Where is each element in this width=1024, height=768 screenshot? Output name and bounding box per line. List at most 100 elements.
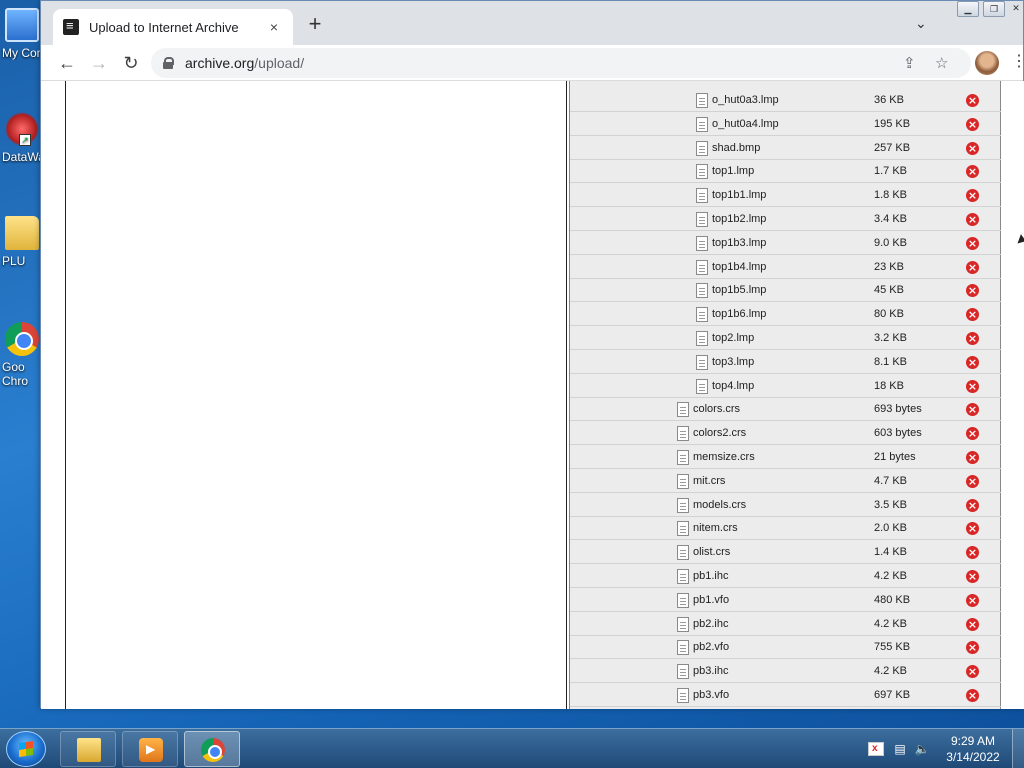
new-tab-button[interactable]: + [303,13,327,37]
file-icon [677,592,689,608]
start-button[interactable] [6,731,46,767]
file-row: olist.crs 1.4 KB × [570,541,1002,565]
remove-file-icon[interactable]: × [966,451,979,464]
lock-icon[interactable] [163,57,174,69]
file-size: 4.2 KB [874,617,908,630]
file-icon [677,640,689,656]
remove-file-icon[interactable]: × [966,546,979,560]
page-margin [1001,81,1024,709]
file-row: top1.lmp 1.7 KB × [570,160,1002,184]
remove-file-icon[interactable]: × [966,165,979,179]
network-icon[interactable]: ▤ [892,742,908,756]
remove-file-icon[interactable]: × [966,189,979,203]
minimize-button[interactable]: ▁ [957,1,979,17]
reload-button[interactable]: ↻ [119,51,143,75]
desktop-icon-folder[interactable]: PLU [0,216,44,268]
remove-file-icon[interactable]: × [966,665,979,679]
file-icon [677,473,689,489]
remove-file-icon[interactable]: × [966,355,979,369]
remove-file-icon[interactable]: × [966,498,979,512]
file-size: 1.4 KB [874,546,908,559]
file-size: 36 KB [874,94,904,106]
remove-file-icon[interactable]: × [966,260,979,274]
file-icon [696,188,708,204]
upload-left-panel [65,81,567,709]
file-size: 2.0 KB [874,522,908,535]
profile-avatar[interactable] [975,51,999,75]
address-bar[interactable]: archive.org/upload/ ⇪ ☆ [151,48,971,78]
file-icon [696,116,708,132]
file-icon [696,331,708,346]
shortcut-arrow-icon: ↗ [19,134,31,146]
remove-file-icon[interactable]: × [966,474,979,488]
desktop-icon-chrome[interactable]: Goo Chro [0,322,44,388]
url-path: /upload/ [254,55,305,71]
remove-file-icon[interactable]: × [966,522,979,536]
tab-upload[interactable]: Upload to Internet Archive × [53,9,293,45]
file-size: 3.4 KB [874,213,908,225]
share-icon[interactable]: ⇪ [903,54,916,72]
show-desktop-button[interactable] [1012,729,1024,768]
file-row: models.crs 3.5 KB × [570,494,1002,517]
remove-file-icon[interactable]: × [966,403,979,417]
remove-file-icon[interactable]: × [966,641,979,655]
remove-file-icon[interactable]: × [966,141,979,155]
file-size: 480 KB [874,593,911,606]
file-name: pb2.ihc [693,617,729,630]
back-button[interactable]: ← [55,51,79,75]
file-name: o_hut0a4.lmp [712,117,779,130]
volume-icon[interactable]: 🔈 [914,742,930,756]
taskbar-chrome[interactable] [184,731,240,767]
chrome-icon [5,322,39,356]
file-row: nitem.crs 2.0 KB × [570,517,1002,541]
desktop-icon-label: My Con [2,46,44,60]
taskbar: ▤ 🔈 9:29 AM 3/14/2022 [0,728,1024,768]
datawarrior-icon: ↗ [5,112,39,146]
taskbar-media-player[interactable] [122,731,178,767]
file-icon [696,212,708,227]
file-icon [696,140,708,156]
maximize-button[interactable]: ❐ [983,1,1005,17]
remove-file-icon[interactable]: × [966,689,979,702]
remove-file-icon[interactable]: × [966,94,979,107]
close-window-button[interactable]: ✕ [1009,1,1023,17]
file-icon [677,497,689,513]
file-row: mit.crs 4.7 KB × [570,470,1002,493]
file-name: top1b5.lmp [712,284,767,297]
menu-dots-icon[interactable]: ⋮ [1011,51,1024,71]
file-size: 3.5 KB [874,498,908,511]
clock-date: 3/14/2022 [946,750,1000,764]
remove-file-icon[interactable]: × [966,427,979,441]
remove-file-icon[interactable]: × [966,213,979,226]
media-player-icon [139,738,163,762]
action-center-flag-icon[interactable] [868,742,884,756]
desktop-icon-datawarrior[interactable]: ↗ DataWa [0,112,44,164]
file-size: 18 KB [874,379,904,392]
file-row: shad.bmp 257 KB × [570,137,1002,160]
tab-strip: Upload to Internet Archive × + ⌄ ▁ ❐ ✕ [41,1,1023,45]
remove-file-icon[interactable]: × [966,617,979,631]
url-host: archive.org [185,55,255,71]
file-name: top1b2.lmp [712,213,767,225]
remove-file-icon[interactable]: × [966,284,979,298]
file-row: pb3.ihc 4.2 KB × [570,660,1002,684]
archive-favicon-icon [63,18,79,35]
remove-file-icon[interactable]: × [966,308,979,322]
taskbar-explorer[interactable] [60,731,116,767]
system-clock[interactable]: 9:29 AM 3/14/2022 [938,733,1008,765]
remove-file-icon[interactable]: × [966,332,979,345]
file-row: top1b4.lmp 23 KB × [570,256,1002,279]
bookmark-star-icon[interactable]: ☆ [935,54,948,72]
close-tab-icon[interactable]: × [265,19,283,35]
remove-file-icon[interactable]: × [966,379,979,393]
remove-file-icon[interactable]: × [966,570,979,583]
remove-file-icon[interactable]: × [966,117,979,131]
forward-button[interactable]: → [87,51,111,75]
file-row: memsize.crs 21 bytes × [570,446,1002,469]
desktop-icon-computer[interactable]: My Con [0,8,44,60]
remove-file-icon[interactable]: × [966,236,979,250]
tab-search-button[interactable]: ⌄ [915,15,927,32]
remove-file-icon[interactable]: × [966,593,979,607]
file-row: top1b2.lmp 3.4 KB × [570,208,1002,231]
file-size: 697 KB [874,689,911,701]
